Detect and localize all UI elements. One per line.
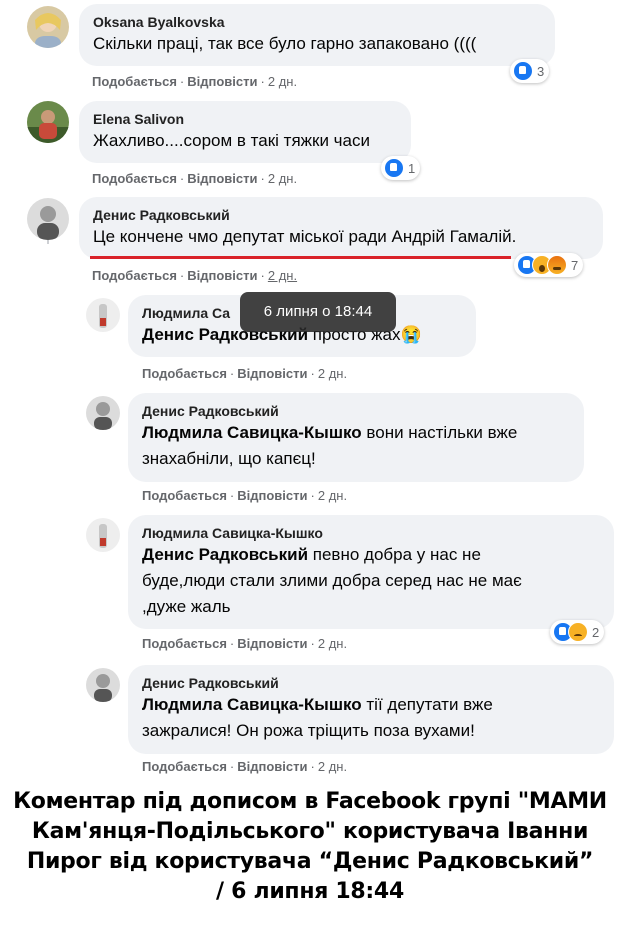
mention-link[interactable]: Денис Радковський <box>142 545 308 564</box>
avatar[interactable] <box>27 101 69 143</box>
like-link[interactable]: Подобається <box>142 488 227 503</box>
timestamp[interactable]: 2 дн. <box>318 636 347 651</box>
sad-reaction-icon <box>568 622 588 642</box>
facebook-comments-screenshot: Oksana Byalkovska Скільки праці, так все… <box>0 0 620 782</box>
reply-link[interactable]: Відповісти <box>187 268 257 283</box>
avatar[interactable] <box>86 298 120 332</box>
avatar[interactable] <box>86 668 120 702</box>
like-link[interactable]: Подобається <box>142 636 227 651</box>
mention-link[interactable]: Людмила Савицка-Кышко <box>142 423 362 442</box>
comment-actions: Подобається · Відповісти · 2 дн. <box>142 488 348 503</box>
avatar[interactable] <box>86 518 120 552</box>
timestamp-tooltip: 6 липня о 18:44 <box>240 292 396 332</box>
reply-link[interactable]: Відповісти <box>237 759 307 774</box>
reply-bubble: Денис Радковський Людмила Савицка-Кышко … <box>128 393 584 482</box>
like-link[interactable]: Подобається <box>142 366 227 381</box>
comment-actions: Подобається · Відповісти · 2 дн. <box>142 636 348 651</box>
comment-text: Людмила Савицка-Кышко тії депутати вже за… <box>142 692 600 744</box>
reaction-count: 2 <box>592 624 600 640</box>
caption-line: Пирог від користувача “Денис Радковський… <box>26 849 594 874</box>
comment-author[interactable]: Денис Радковський <box>142 402 570 420</box>
comment-text: Денис Радковський певно добра у нас не бу… <box>142 542 600 620</box>
reply-text: зажралися! Он рожа тріщить поза вухами! <box>142 721 475 740</box>
reply-bubble: Денис Радковський Людмила Савицка-Кышко … <box>128 665 614 754</box>
comment-actions: Подобається · Відповісти · 2 дн. <box>92 171 298 186</box>
comment-text: Людмила Савицка-Кышко вони настільки вже… <box>142 420 570 472</box>
comment-bubble: Денис Радковський Це кончене чмо депутат… <box>79 197 603 259</box>
reply-text: знахабніли, що капєц! <box>142 449 316 468</box>
comment-actions: Подобається · Відповісти · 2 дн. <box>142 759 348 774</box>
reply-bubble: Людмила Савицка-Кышко Денис Радковський … <box>128 515 614 629</box>
comment-actions: Подобається · Відповісти · 2 дн. <box>92 74 298 89</box>
comment-author[interactable]: Денис Радковський <box>142 674 600 692</box>
comment-author[interactable]: Elena Salivon <box>93 110 397 128</box>
reaction-summary[interactable]: 3 <box>510 59 550 83</box>
thread-line <box>47 240 49 244</box>
reply-text: певно добра у нас не <box>308 545 481 564</box>
reply-link[interactable]: Відповісти <box>237 636 307 651</box>
reply-link[interactable]: Відповісти <box>237 488 307 503</box>
timestamp[interactable]: 2 дн. <box>268 74 297 89</box>
reply-text: тії депутати вже <box>361 695 493 714</box>
comment-bubble: Elena Salivon Жахливо....сором в такі тя… <box>79 101 411 163</box>
timestamp[interactable]: 2 дн. <box>318 759 347 774</box>
angry-reaction-icon <box>547 255 567 275</box>
reaction-summary[interactable]: 7 <box>514 253 584 277</box>
avatar[interactable] <box>86 396 120 430</box>
timestamp[interactable]: 2 дн. <box>318 366 347 381</box>
reaction-summary[interactable]: 1 <box>381 156 421 180</box>
reply-link[interactable]: Відповісти <box>237 366 307 381</box>
comment-author[interactable]: Денис Радковський <box>93 206 589 224</box>
caption-line: Кам'янця-Подільського" користувача Іванн… <box>31 819 589 844</box>
timestamp[interactable]: 2 дн. <box>268 171 297 186</box>
highlight-underline <box>90 256 511 259</box>
avatar[interactable] <box>27 6 69 48</box>
reaction-count: 7 <box>571 257 579 273</box>
reaction-summary[interactable]: 2 <box>550 620 605 644</box>
reply-text: вони настільки вже <box>361 423 518 442</box>
comment-actions: Подобається · Відповісти · 2 дн. <box>142 366 348 381</box>
like-link[interactable]: Подобається <box>92 268 177 283</box>
mention-link[interactable]: Людмила Савицка-Кышко <box>142 695 362 714</box>
reaction-count: 3 <box>537 63 545 79</box>
timestamp[interactable]: 2 дн. <box>268 268 297 283</box>
reply-text: ,дуже жаль <box>142 597 231 616</box>
avatar[interactable] <box>27 198 69 240</box>
timestamp[interactable]: 2 дн. <box>318 488 347 503</box>
reply-link[interactable]: Відповісти <box>187 171 257 186</box>
reply-text: буде,люди стали злими добра серед нас не… <box>142 571 522 590</box>
comment-bubble: Oksana Byalkovska Скільки праці, так все… <box>79 4 555 66</box>
reply-link[interactable]: Відповісти <box>187 74 257 89</box>
comment-actions: Подобається · Відповісти · 2 дн. <box>92 268 298 283</box>
caption: Коментар під дописом в Facebook групі "М… <box>0 787 620 907</box>
comment-author[interactable]: Oksana Byalkovska <box>93 13 541 31</box>
caption-line: Коментар під дописом в Facebook групі "М… <box>13 789 607 814</box>
like-link[interactable]: Подобається <box>92 74 177 89</box>
caption-line: / 6 липня 18:44 <box>216 879 404 904</box>
comment-text: Скільки праці, так все було гарно запако… <box>93 34 477 53</box>
like-reaction-icon <box>384 158 404 178</box>
like-link[interactable]: Подобається <box>92 171 177 186</box>
like-link[interactable]: Подобається <box>142 759 227 774</box>
reaction-count: 1 <box>408 160 416 176</box>
comment-author[interactable]: Людмила Савицка-Кышко <box>142 524 600 542</box>
comment-text: Жахливо....сором в такі тяжки часи <box>93 131 370 150</box>
comment-text: Це кончене чмо депутат міської ради Андр… <box>93 227 517 246</box>
like-reaction-icon <box>513 61 533 81</box>
